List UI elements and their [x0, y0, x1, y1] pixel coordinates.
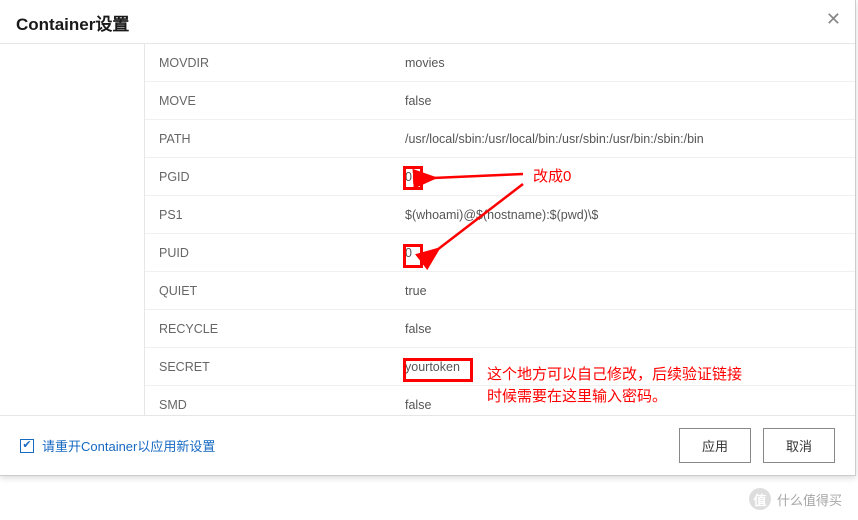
env-value[interactable]: false	[405, 398, 843, 412]
settings-panel: MOVDIRmoviesMOVEfalsePATH/usr/local/sbin…	[145, 44, 855, 415]
left-sidebar	[0, 44, 145, 415]
env-var-list[interactable]: MOVDIRmoviesMOVEfalsePATH/usr/local/sbin…	[145, 44, 855, 415]
env-row-pgid[interactable]: PGID0	[145, 158, 855, 196]
env-row-movdir[interactable]: MOVDIRmovies	[145, 44, 855, 82]
env-row-recycle[interactable]: RECYCLEfalse	[145, 310, 855, 348]
watermark: 值 什么值得买	[749, 488, 842, 510]
apply-button[interactable]: 应用	[679, 428, 751, 463]
env-value[interactable]: movies	[405, 56, 843, 70]
env-value[interactable]: false	[405, 94, 843, 108]
close-icon[interactable]: ✕	[826, 10, 841, 28]
env-key: PGID	[157, 170, 405, 184]
env-key: SMD	[157, 398, 405, 412]
env-value[interactable]: yourtoken	[405, 360, 843, 374]
env-value[interactable]: /usr/local/sbin:/usr/local/bin:/usr/sbin…	[405, 132, 843, 146]
env-key: QUIET	[157, 284, 405, 298]
cancel-button[interactable]: 取消	[763, 428, 835, 463]
env-key: PS1	[157, 208, 405, 222]
env-key: RECYCLE	[157, 322, 405, 336]
watermark-text: 什么值得买	[777, 490, 842, 509]
env-row-smd[interactable]: SMDfalse	[145, 386, 855, 415]
restart-notice[interactable]: ✔ 请重开Container以应用新设置	[20, 436, 215, 455]
env-row-path[interactable]: PATH/usr/local/sbin:/usr/local/bin:/usr/…	[145, 120, 855, 158]
restart-checkbox[interactable]: ✔	[20, 439, 34, 453]
env-value[interactable]: true	[405, 284, 843, 298]
env-value[interactable]: 0	[405, 246, 843, 260]
env-value[interactable]: $(whoami)@$(hostname):$(pwd)\$	[405, 208, 843, 222]
dialog-header: Container设置 ✕	[0, 0, 855, 43]
env-key: PATH	[157, 132, 405, 146]
footer-buttons: 应用 取消	[679, 428, 835, 463]
env-key: PUID	[157, 246, 405, 260]
dialog-footer: ✔ 请重开Container以应用新设置 应用 取消	[0, 415, 855, 475]
env-row-quiet[interactable]: QUIETtrue	[145, 272, 855, 310]
container-settings-dialog: Container设置 ✕ MOVDIRmoviesMOVEfalsePATH/…	[0, 0, 856, 476]
env-value[interactable]: false	[405, 322, 843, 336]
env-row-ps1[interactable]: PS1$(whoami)@$(hostname):$(pwd)\$	[145, 196, 855, 234]
env-key: MOVDIR	[157, 56, 405, 70]
env-row-move[interactable]: MOVEfalse	[145, 82, 855, 120]
dialog-title: Container设置	[16, 15, 129, 34]
env-value[interactable]: 0	[405, 170, 843, 184]
restart-label: 请重开Container以应用新设置	[42, 436, 215, 455]
env-row-puid[interactable]: PUID0	[145, 234, 855, 272]
env-key: MOVE	[157, 94, 405, 108]
watermark-icon: 值	[749, 488, 771, 510]
env-row-secret[interactable]: SECRETyourtoken	[145, 348, 855, 386]
dialog-content: MOVDIRmoviesMOVEfalsePATH/usr/local/sbin…	[0, 43, 855, 415]
env-key: SECRET	[157, 360, 405, 374]
